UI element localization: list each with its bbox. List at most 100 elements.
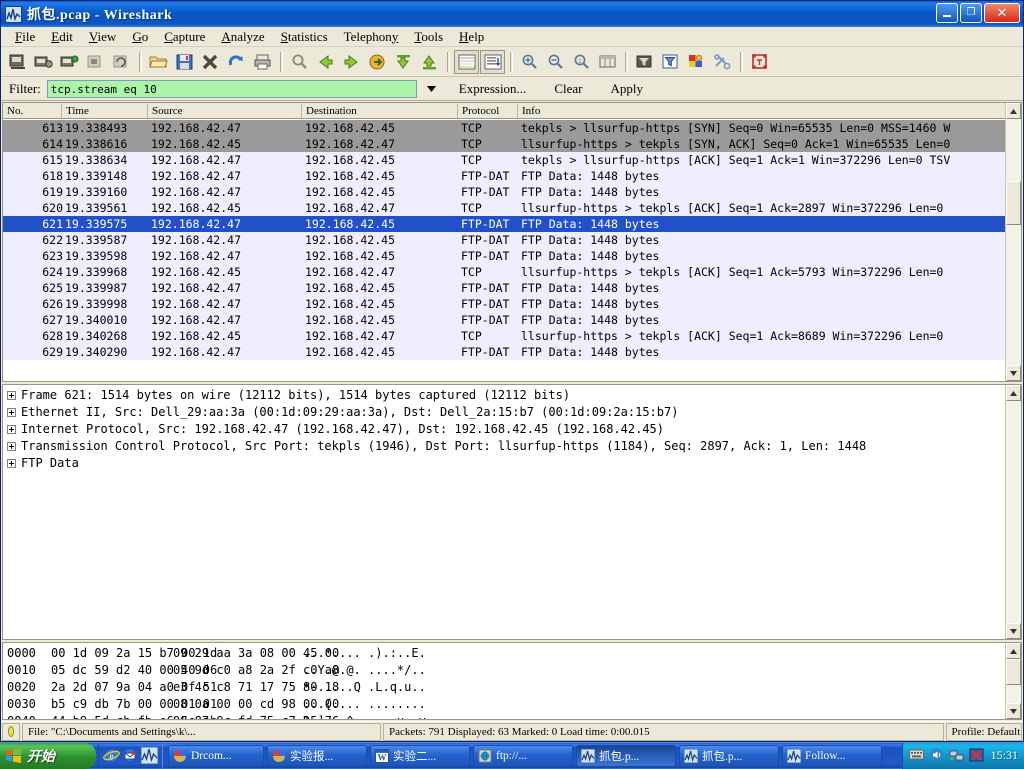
minimize-button[interactable] — [936, 3, 958, 23]
go-to-packet-icon[interactable] — [365, 50, 390, 74]
expression-button[interactable]: Expression... — [449, 81, 537, 97]
packet-row[interactable]: 62119.339575192.168.42.47192.168.42.45FT… — [3, 216, 1005, 232]
help-icon[interactable] — [747, 50, 772, 74]
scroll-up-icon[interactable] — [1006, 643, 1021, 659]
menu-capture[interactable]: Capture — [156, 28, 213, 46]
packet-row[interactable]: 62519.339987192.168.42.47192.168.42.45FT… — [3, 280, 1005, 296]
expand-plus-icon[interactable] — [7, 391, 16, 400]
packet-row[interactable]: 62919.340290192.168.42.47192.168.42.45FT… — [3, 344, 1005, 360]
find-packet-icon[interactable] — [287, 50, 312, 74]
internet-explorer-icon[interactable]: e — [103, 747, 120, 764]
scroll-down-icon[interactable] — [1006, 365, 1021, 381]
menu-edit[interactable]: Edit — [43, 28, 81, 46]
detail-node[interactable]: Internet Protocol, Src: 192.168.42.47 (1… — [5, 421, 1021, 438]
packet-details-pane[interactable]: Frame 621: 1514 bytes on wire (12112 bit… — [2, 384, 1022, 640]
hex-dump-row[interactable]: 00202a 2d 07 9a 04 a0 0f 51e3 4c c8 71 1… — [7, 679, 1021, 696]
menu-view[interactable]: View — [81, 28, 124, 46]
packet-row[interactable]: 62619.339998192.168.42.47192.168.42.45FT… — [3, 296, 1005, 312]
packet-row[interactable]: 62419.339968192.168.42.45192.168.42.47TC… — [3, 264, 1005, 280]
menu-telephony[interactable]: Telephony — [336, 28, 407, 46]
interfaces-icon[interactable] — [5, 50, 30, 74]
detail-node[interactable]: Frame 621: 1514 bytes on wire (12112 bit… — [5, 387, 1021, 404]
detail-node[interactable]: Ethernet II, Src: Dell_29:aa:3a (00:1d:0… — [5, 404, 1021, 421]
scrollbar-track[interactable] — [1006, 659, 1021, 703]
filter-input[interactable]: tcp.stream eq 10 — [47, 80, 417, 98]
go-back-icon[interactable] — [313, 50, 338, 74]
reload-icon[interactable] — [224, 50, 249, 74]
packet-details-tree[interactable]: Frame 621: 1514 bytes on wire (12112 bit… — [3, 385, 1021, 472]
close-button[interactable]: ✕ — [984, 3, 1020, 23]
coloring-rules-icon[interactable] — [684, 50, 709, 74]
packet-list-scrollbar[interactable] — [1005, 103, 1021, 381]
hex-dump-row[interactable]: 001005 dc 59 d2 40 00 40 0605 9d c0 a8 2… — [7, 662, 1021, 679]
packet-bytes-pane[interactable]: 000000 1d 09 2a 15 b7 00 1d09 29 aa 3a 0… — [2, 642, 1022, 720]
menu-analyze[interactable]: Analyze — [213, 28, 272, 46]
column-header-time[interactable]: Time — [61, 104, 147, 118]
taskbar-clock[interactable]: 15:31 — [989, 748, 1018, 763]
expand-plus-icon[interactable] — [7, 408, 16, 417]
capture-filters-icon[interactable] — [632, 50, 657, 74]
taskbar-task[interactable]: Drcom... — [168, 745, 264, 767]
menu-tools[interactable]: Tools — [406, 28, 451, 46]
auto-scroll-icon[interactable] — [480, 50, 505, 74]
taskbar-task[interactable]: 抓包.p... — [679, 745, 779, 767]
save-file-icon[interactable] — [172, 50, 197, 74]
zoom-out-icon[interactable] — [543, 50, 568, 74]
start-capture-icon[interactable] — [57, 50, 82, 74]
resize-columns-icon[interactable] — [595, 50, 620, 74]
expand-plus-icon[interactable] — [7, 442, 16, 451]
taskbar-task[interactable]: 实验报... — [267, 745, 367, 767]
outlook-express-icon[interactable] — [122, 747, 139, 764]
restore-button[interactable]: ❐ — [960, 3, 982, 23]
antivirus-icon[interactable] — [969, 748, 984, 763]
taskbar-task[interactable]: ftp://... — [473, 745, 573, 767]
detail-node[interactable]: FTP Data — [5, 455, 1021, 472]
stop-capture-icon[interactable] — [83, 50, 108, 74]
hex-dump-row[interactable]: 0030b5 c9 db 7b 00 00 01 0108 0a 00 00 c… — [7, 696, 1021, 713]
packet-bytes-rows[interactable]: 000000 1d 09 2a 15 b7 00 1d09 29 aa 3a 0… — [3, 643, 1021, 720]
column-header-destination[interactable]: Destination — [301, 104, 457, 118]
zoom-normal-icon[interactable]: 1 — [569, 50, 594, 74]
column-header-protocol[interactable]: Protocol — [457, 104, 517, 118]
column-header-no[interactable]: No. — [3, 104, 61, 118]
scroll-down-icon[interactable] — [1006, 703, 1021, 719]
packet-row[interactable]: 61419.338616192.168.42.45192.168.42.47TC… — [3, 136, 1005, 152]
packet-row[interactable]: 62319.339598192.168.42.47192.168.42.45FT… — [3, 248, 1005, 264]
packet-row[interactable]: 61819.339148192.168.42.47192.168.42.45FT… — [3, 168, 1005, 184]
apply-button[interactable]: Apply — [600, 81, 653, 97]
packet-bytes-scrollbar[interactable] — [1005, 643, 1021, 719]
menu-go[interactable]: Go — [124, 28, 156, 46]
packet-list-pane[interactable]: No. Time Source Destination Protocol Inf… — [2, 102, 1022, 382]
wireshark-quicklaunch-icon[interactable] — [141, 747, 158, 764]
clear-button[interactable]: Clear — [544, 81, 592, 97]
start-button[interactable]: 开始 — [0, 743, 96, 769]
capture-options-icon[interactable] — [31, 50, 56, 74]
close-file-icon[interactable] — [198, 50, 223, 74]
scrollbar-track[interactable] — [1006, 401, 1021, 623]
scroll-up-icon[interactable] — [1006, 385, 1021, 401]
go-last-packet-icon[interactable] — [417, 50, 442, 74]
packet-row[interactable]: 61919.339160192.168.42.47192.168.42.45FT… — [3, 184, 1005, 200]
scrollbar-track[interactable] — [1006, 119, 1021, 365]
expand-plus-icon[interactable] — [7, 459, 16, 468]
detail-node[interactable]: Transmission Control Protocol, Src Port:… — [5, 438, 1021, 455]
chevron-down-icon[interactable] — [423, 80, 441, 98]
packet-list-rows[interactable]: 61319.338493192.168.42.47192.168.42.45TC… — [3, 120, 1005, 381]
packet-details-scrollbar[interactable] — [1005, 385, 1021, 639]
scrollbar-thumb[interactable] — [1006, 659, 1021, 685]
packet-row[interactable]: 61519.338634192.168.42.47192.168.42.45TC… — [3, 152, 1005, 168]
menu-help[interactable]: Help — [451, 28, 492, 46]
packet-row[interactable]: 62019.339561192.168.42.45192.168.42.47TC… — [3, 200, 1005, 216]
scroll-down-icon[interactable] — [1006, 623, 1021, 639]
network-icon[interactable] — [949, 748, 964, 763]
taskbar-task[interactable]: 抓包.p... — [576, 745, 676, 767]
scroll-up-icon[interactable] — [1006, 103, 1021, 119]
menu-statistics[interactable]: Statistics — [273, 28, 336, 46]
print-icon[interactable] — [250, 50, 275, 74]
open-file-icon[interactable] — [146, 50, 171, 74]
packet-row[interactable]: 62719.340010192.168.42.47192.168.42.45FT… — [3, 312, 1005, 328]
column-header-source[interactable]: Source — [147, 104, 301, 118]
display-filters-icon[interactable] — [658, 50, 683, 74]
taskbar-task[interactable]: Follow... — [782, 745, 882, 767]
hex-dump-row[interactable]: 004044 b9 5d cb fb e6 5e ab98 87 9c fd 7… — [7, 713, 1021, 720]
